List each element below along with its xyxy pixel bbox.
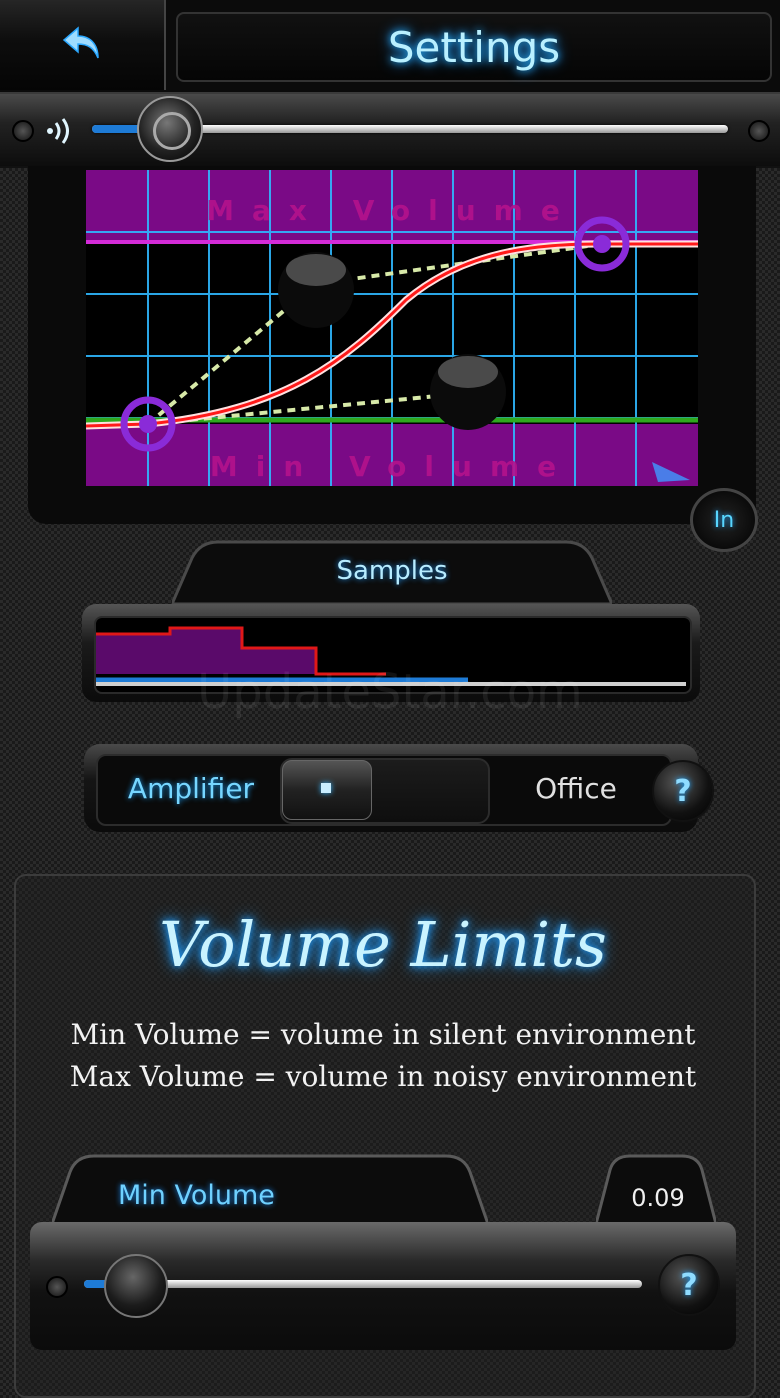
min-volume-value: 0.09: [631, 1184, 685, 1212]
title-box: Settings: [176, 12, 772, 82]
min-slider-stud: [46, 1276, 68, 1298]
watermark: UpdateStar.com: [197, 664, 583, 720]
speaker-icon: [47, 118, 69, 144]
min-volume-slider-knob[interactable]: [104, 1254, 169, 1318]
page-title: Settings: [387, 22, 561, 72]
volume-limits-title: Volume Limits: [159, 908, 607, 981]
left-stud: [12, 120, 34, 142]
mode-help-button[interactable]: ?: [652, 760, 714, 822]
toggle-indicator-icon: [321, 783, 331, 793]
in-button[interactable]: In: [690, 488, 758, 552]
office-label[interactable]: Office: [496, 772, 656, 805]
right-stud: [748, 120, 770, 142]
min-volume-help-button[interactable]: ?: [658, 1254, 720, 1316]
back-button[interactable]: [0, 0, 166, 90]
min-volume-description: Min Volume = volume in silent environmen…: [70, 1018, 696, 1051]
volume-curve-graph[interactable]: Max Volume Min Volume: [86, 170, 698, 486]
volume-slider-knob[interactable]: [137, 96, 204, 162]
samples-label: Samples: [336, 556, 448, 586]
amplifier-label[interactable]: Amplifier: [96, 772, 286, 805]
back-arrow-icon: [62, 26, 99, 59]
max-volume-label: Max Volume: [206, 194, 578, 227]
control-ball-upper[interactable]: [278, 252, 354, 328]
min-volume-label: Min Volume: [118, 1180, 275, 1211]
min-volume-label: Min Volume: [210, 450, 574, 483]
control-ball-lower[interactable]: [430, 354, 506, 430]
max-volume-description: Max Volume = volume in noisy environment: [69, 1060, 697, 1093]
